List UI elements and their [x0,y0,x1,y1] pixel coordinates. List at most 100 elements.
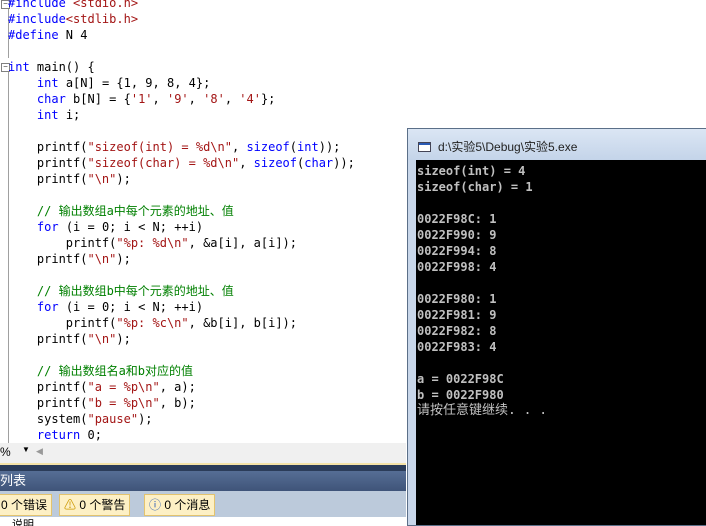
code-token: b[N] = { [65,92,131,106]
code-token: // 输出数组名a和b对应的值 [36,364,194,378]
code-line: #define N 4 [8,27,87,43]
code-line: // 输出数组名a和b对应的值 [8,363,193,379]
code-token: "%p: %c\n" [116,316,189,330]
console-line: 0022F98C: 1 [417,212,497,226]
code-token: , b); [159,396,196,410]
console-line: 0022F980: 1 [417,292,497,306]
code-token: ); [116,172,131,186]
code-token: "\n" [87,172,117,186]
code-line: printf("\n"); [8,171,131,187]
code-token: 0; [80,428,102,442]
console-window[interactable]: d:\实验5\Debug\实验5.exe sizeof(int) = 4 size… [407,128,706,526]
code-token: "b = %p\n" [87,396,160,410]
code-token: char [304,156,334,170]
code-token: '8' [203,92,225,106]
code-token: int [36,76,59,90]
code-token: i; [58,108,81,122]
code-token: "%p: %d\n" [116,236,189,250]
zoom-level[interactable]: % [0,445,11,459]
code-line: printf("b = %p\n", b); [8,395,196,411]
console-line: sizeof(char) = 1 [417,180,533,194]
code-token: ); [116,252,131,266]
code-line: printf("%p: %c\n", &b[i], b[i]); [8,315,297,331]
code-token: int [36,108,59,122]
warning-icon: ⚠ [64,498,77,512]
code-token: printf( [8,156,88,170]
code-token: printf( [8,380,88,394]
code-token: ( [289,140,298,154]
code-token: // 输出数组a中每个元素的地址、值 [36,204,234,218]
warnings-filter-button[interactable]: ⚠ 0 个警告 [59,494,131,516]
code-line: printf("sizeof(char) = %d\n", sizeof(cha… [8,155,355,171]
console-title-bar[interactable]: d:\实验5\Debug\实验5.exe [408,129,706,160]
messages-label: 0 个消息 [164,498,211,512]
code-token: }; [260,92,276,106]
code-token: int [8,60,30,74]
code-token: '4' [239,92,261,106]
code-editor[interactable]: − − #include <stdio.h> #include<stdlib.h>… [0,0,406,443]
code-token: system( [8,412,88,426]
code-token: return [36,428,81,442]
code-token: printf( [8,236,117,250]
code-token: (i = 0; i < N; ++i) [58,220,204,234]
code-line: for (i = 0; i < N; ++i) [8,299,203,315]
console-line: sizeof(int) = 4 [417,164,526,178]
code-token: "sizeof(char) = %d\n" [87,156,240,170]
code-token: , a); [159,380,196,394]
errors-label: 0 个错误 [1,498,48,512]
messages-filter-button[interactable]: ⓘ 0 个消息 [144,494,216,516]
code-token: int [297,140,319,154]
code-token: sizeof [253,156,298,170]
code-token: #define [8,28,59,42]
panel-splitter[interactable] [0,463,406,471]
code-token: for [36,220,59,234]
code-token: printf( [8,332,88,346]
editor-status-bar: % ▼ ◀ [0,443,406,463]
zoom-dropdown-icon[interactable]: ▼ [22,445,30,454]
code-token: "\n" [87,332,117,346]
code-line: int a[N] = {1, 9, 8, 4}; [8,75,210,91]
errors-filter-button[interactable]: 0 个错误 [0,494,53,516]
code-token: char [36,92,66,106]
code-line: system("pause"); [8,411,153,427]
scroll-left-icon[interactable]: ◀ [36,446,43,457]
code-token: , [231,140,247,154]
code-line: return 0; [8,427,102,443]
console-line: 0022F982: 8 [417,324,497,338]
code-token: (i = 0; i < N; ++i) [58,300,204,314]
console-line: b = 0022F980 [417,388,504,402]
code-token: )); [318,140,341,154]
code-token: , &a[i], a[i]); [188,236,297,250]
code-token: , [239,156,254,170]
error-list-toolbar: 0 个错误 ⚠ 0 个警告 ⓘ 0 个消息 [0,491,406,517]
console-line: 0022F983: 4 [417,340,497,354]
code-token: printf( [8,140,88,154]
code-token: "pause" [87,412,139,426]
console-line: 0022F990: 9 [417,228,497,242]
code-token: // 输出数组b中每个元素的地址、值 [36,284,234,298]
code-line: printf("sizeof(int) = %d\n", sizeof(int)… [8,139,341,155]
code-token: for [36,300,59,314]
code-token: sizeof [246,140,290,154]
code-line: #include<stdlib.h> [8,11,138,27]
code-token: N 4 [58,28,88,42]
code-line: printf("\n"); [8,331,131,347]
code-token: , [152,92,167,106]
console-line: a = 0022F98C [417,372,504,386]
error-list-title: 列表 [0,471,406,491]
code-line: for (i = 0; i < N; ++i) [8,219,203,235]
warnings-label: 0 个警告 [79,498,126,512]
code-token: main() { [29,60,95,74]
code-token: printf( [8,316,117,330]
column-header-description[interactable]: 说明 [0,517,406,526]
code-token: <stdio.h> [73,0,139,10]
console-output: sizeof(int) = 4 sizeof(char) = 1 0022F98C:… [416,160,706,525]
console-title: d:\实验5\Debug\实验5.exe [438,140,578,154]
code-line: char b[N] = {'1', '9', '8', '4'}; [8,91,276,107]
